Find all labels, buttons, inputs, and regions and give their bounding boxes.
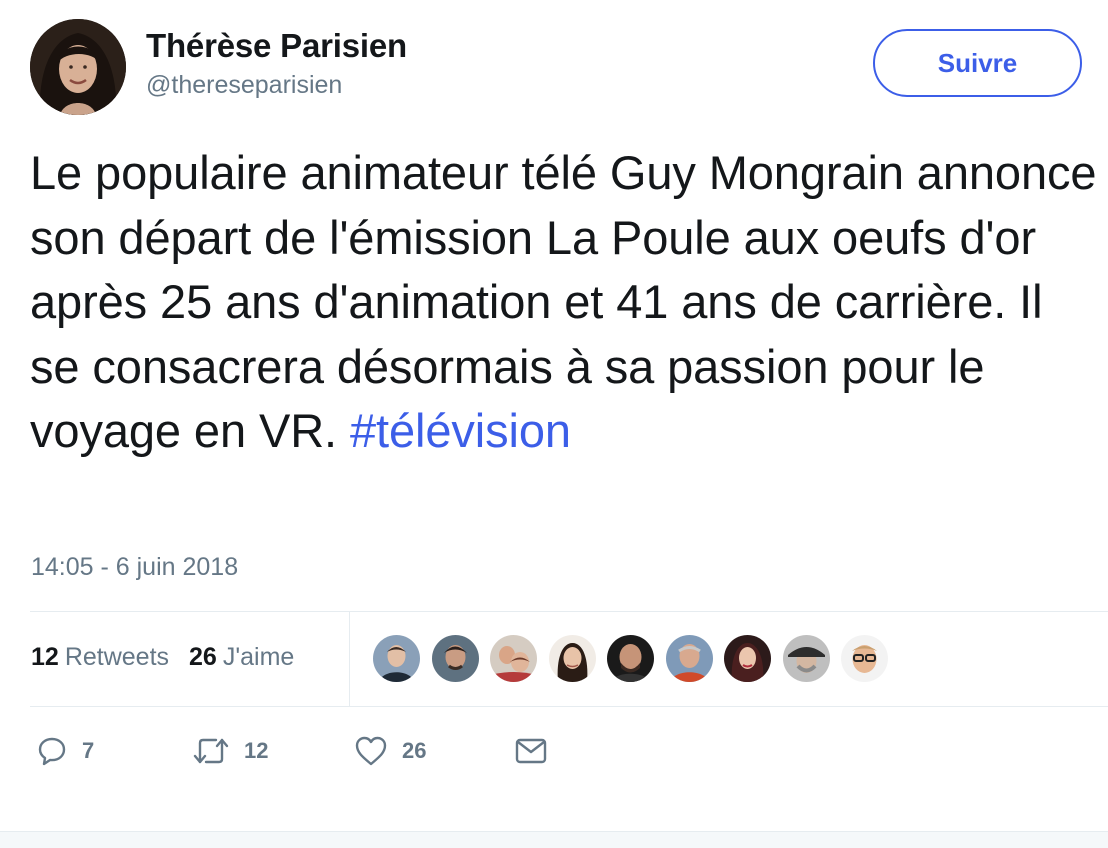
liker-avatar[interactable] [607,635,654,682]
actions-divider [30,706,1108,707]
card-footer [0,831,1108,848]
author-avatar[interactable] [30,19,126,115]
tweet-card: Thérèse Parisien @thereseparisien Suivre… [0,0,1108,848]
reply-count: 7 [82,738,95,763]
retweet-icon [193,738,229,764]
liker-avatar[interactable] [665,635,713,682]
stats-divider-top [30,611,1108,612]
liker-avatar[interactable] [548,635,596,682]
heart-icon [355,736,387,766]
author-handle[interactable]: @thereseparisien [146,71,342,100]
liker-avatars [373,635,888,682]
like-count: 26 [402,738,427,763]
likes-stat-count: 26 [189,643,217,671]
retweet-button[interactable]: 12 [192,735,268,767]
liker-avatar[interactable] [490,635,537,682]
retweets-stat-label: Retweets [64,643,170,671]
liker-avatar[interactable] [373,635,420,682]
tweet-timestamp[interactable]: 14:05 - 6 juin 2018 [31,553,238,582]
reply-icon [38,737,66,766]
retweets-stat[interactable]: 12 Retweets [31,643,169,672]
likes-stat[interactable]: 26 J'aime [189,643,294,672]
like-button[interactable]: 26 [354,735,426,767]
envelope-icon [515,738,547,764]
liker-avatar[interactable] [724,635,771,682]
hashtag-link[interactable]: #télévision [350,404,571,457]
stats-vertical-divider [349,612,350,706]
tweet-text: Le populaire animateur télé Guy Mongrain… [30,141,1100,464]
retweets-stat-count: 12 [31,643,59,671]
liker-avatar[interactable] [782,635,830,682]
likes-stat-label: J'aime [222,643,295,671]
retweet-count: 12 [244,738,269,763]
direct-message-button[interactable] [514,735,548,767]
author-name[interactable]: Thérèse Parisien [146,27,407,65]
reply-button[interactable]: 7 [36,735,94,767]
liker-avatar[interactable] [841,635,888,682]
tweet-stats: 12 Retweets 26 J'aime [31,643,294,672]
follow-button[interactable]: Suivre [873,29,1082,97]
liker-avatar[interactable] [431,635,479,682]
